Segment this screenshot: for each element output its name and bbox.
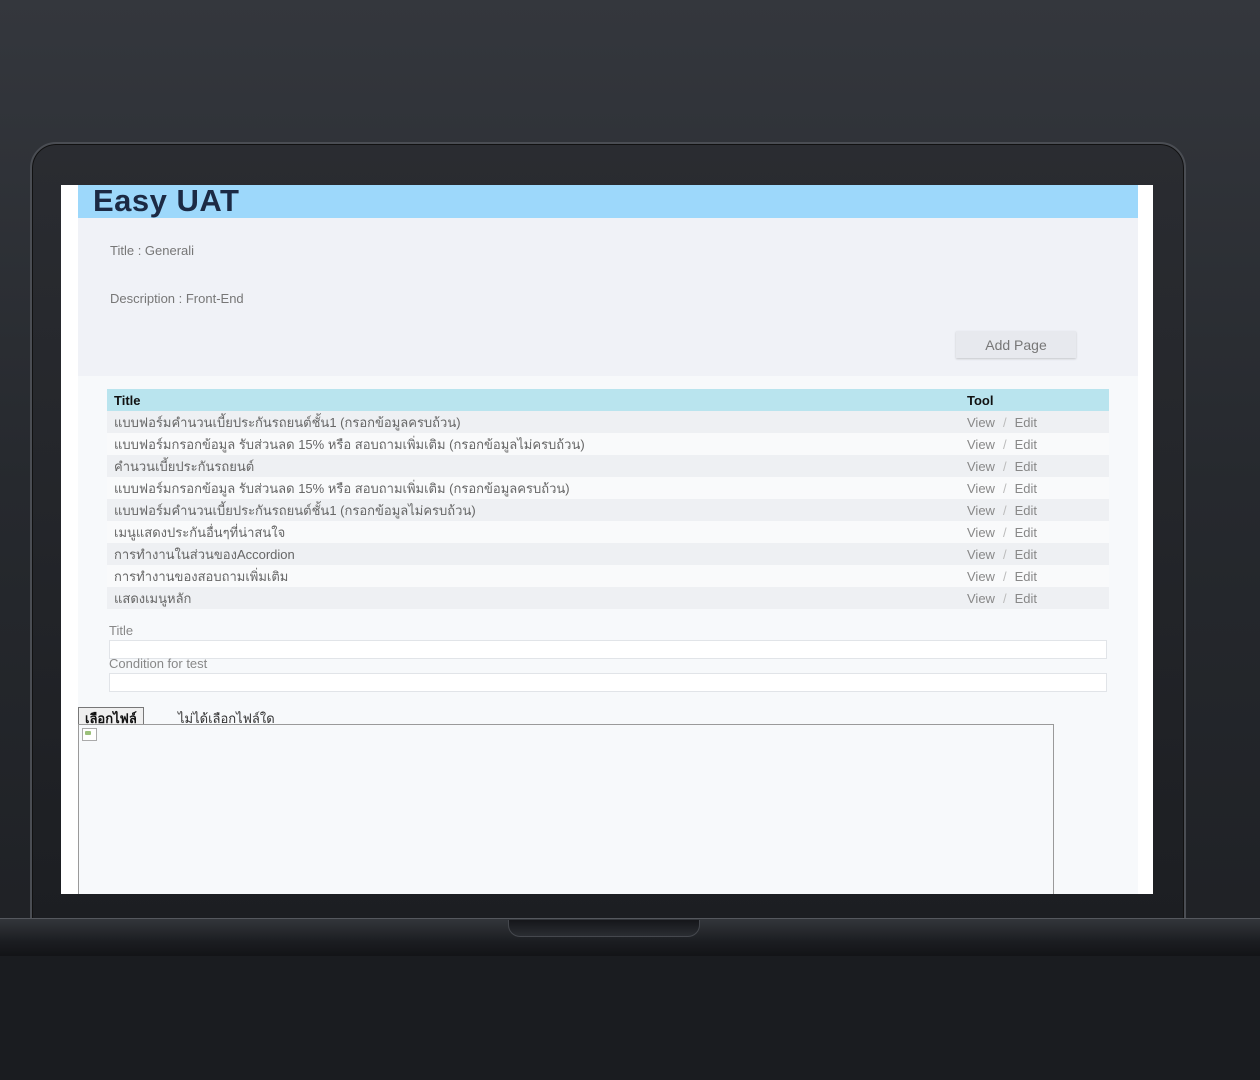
edit-link[interactable]: Edit	[1015, 459, 1037, 474]
edit-link[interactable]: Edit	[1015, 481, 1037, 496]
view-link[interactable]: View	[967, 569, 995, 584]
column-header-title: Title	[107, 389, 960, 411]
row-tools: View / Edit	[960, 543, 1109, 565]
app-title: Easy UAT	[93, 185, 240, 218]
row-title: เมนูแสดงประกันอื่นๆที่น่าสนใจ	[107, 521, 960, 543]
edit-link[interactable]: Edit	[1015, 503, 1037, 518]
row-title: แสดงเมนูหลัก	[107, 587, 960, 609]
table-row: แบบฟอร์มกรอกข้อมูล รับส่วนลด 15% หรือ สอ…	[107, 477, 1109, 499]
row-title: การทำงานในส่วนของAccordion	[107, 543, 960, 565]
row-title: แบบฟอร์มกรอกข้อมูล รับส่วนลด 15% หรือ สอ…	[107, 477, 960, 499]
column-header-tool: Tool	[960, 389, 1109, 411]
edit-link[interactable]: Edit	[1015, 569, 1037, 584]
laptop-notch	[508, 920, 700, 937]
view-link[interactable]: View	[967, 481, 995, 496]
row-title: แบบฟอร์มคำนวนเบี้ยประกันรถยนต์ชั้น1 (กรอ…	[107, 499, 960, 521]
row-title: คำนวนเบี้ยประกันรถยนต์	[107, 455, 960, 477]
view-link[interactable]: View	[967, 459, 995, 474]
floor	[0, 956, 1260, 1080]
view-link[interactable]: View	[967, 503, 995, 518]
title-label: Title	[109, 623, 134, 638]
table-row: การทำงานของสอบถามเพิ่มเติม View / Edit	[107, 565, 1109, 587]
view-link[interactable]: View	[967, 547, 995, 562]
choose-file-button[interactable]: เลือกไฟล์	[78, 707, 144, 727]
row-tools: View / Edit	[960, 433, 1109, 455]
link-separator: /	[1002, 414, 1007, 430]
image-preview-frame	[78, 724, 1054, 894]
pages-table: Title Tool แบบฟอร์มคำนวนเบี้ยประกันรถยนต…	[107, 389, 1109, 609]
app-header: Easy UAT	[78, 185, 1138, 218]
row-tools: View / Edit	[960, 587, 1109, 609]
table-row: แบบฟอร์มกรอกข้อมูล รับส่วนลด 15% หรือ สอ…	[107, 433, 1109, 455]
view-link[interactable]: View	[967, 415, 995, 430]
broken-image-icon	[82, 728, 97, 741]
row-tools: View / Edit	[960, 499, 1109, 521]
link-separator: /	[1002, 546, 1007, 562]
row-title: แบบฟอร์มคำนวนเบี้ยประกันรถยนต์ชั้น1 (กรอ…	[107, 411, 960, 433]
table-body: แบบฟอร์มคำนวนเบี้ยประกันรถยนต์ชั้น1 (กรอ…	[107, 411, 1109, 609]
edit-link[interactable]: Edit	[1015, 547, 1037, 562]
row-tools: View / Edit	[960, 477, 1109, 499]
link-separator: /	[1002, 480, 1007, 496]
row-tools: View / Edit	[960, 455, 1109, 477]
project-title: Title : Generali	[110, 243, 195, 258]
table-row: คำนวนเบี้ยประกันรถยนต์ View / Edit	[107, 455, 1109, 477]
table-row: แบบฟอร์มคำนวนเบี้ยประกันรถยนต์ชั้น1 (กรอ…	[107, 411, 1109, 433]
table-header-row: Title Tool	[107, 389, 1109, 411]
project-description: Description : Front-End	[110, 291, 244, 306]
screen: Easy UAT Title : Generali Description : …	[61, 185, 1153, 894]
add-page-button[interactable]: Add Page	[956, 331, 1076, 358]
row-tools: View / Edit	[960, 411, 1109, 433]
table-row: การทำงานในส่วนของAccordion View / Edit	[107, 543, 1109, 565]
view-link[interactable]: View	[967, 591, 995, 606]
row-tools: View / Edit	[960, 521, 1109, 543]
edit-link[interactable]: Edit	[1015, 415, 1037, 430]
link-separator: /	[1002, 436, 1007, 452]
link-separator: /	[1002, 568, 1007, 584]
condition-label: Condition for test	[109, 656, 208, 671]
table-row: แบบฟอร์มคำนวนเบี้ยประกันรถยนต์ชั้น1 (กรอ…	[107, 499, 1109, 521]
row-tools: View / Edit	[960, 565, 1109, 587]
link-separator: /	[1002, 458, 1007, 474]
link-separator: /	[1002, 502, 1007, 518]
condition-input[interactable]	[109, 673, 1107, 692]
edit-link[interactable]: Edit	[1015, 437, 1037, 452]
link-separator: /	[1002, 524, 1007, 540]
view-link[interactable]: View	[967, 437, 995, 452]
edit-link[interactable]: Edit	[1015, 525, 1037, 540]
table-row: เมนูแสดงประกันอื่นๆที่น่าสนใจ View / Edit	[107, 521, 1109, 543]
project-info-panel: Title : Generali Description : Front-End…	[78, 218, 1138, 376]
view-link[interactable]: View	[967, 525, 995, 540]
row-title: การทำงานของสอบถามเพิ่มเติม	[107, 565, 960, 587]
table-row: แสดงเมนูหลัก View / Edit	[107, 587, 1109, 609]
row-title: แบบฟอร์มกรอกข้อมูล รับส่วนลด 15% หรือ สอ…	[107, 433, 960, 455]
edit-link[interactable]: Edit	[1015, 591, 1037, 606]
title-input[interactable]	[109, 640, 1107, 659]
link-separator: /	[1002, 590, 1007, 606]
